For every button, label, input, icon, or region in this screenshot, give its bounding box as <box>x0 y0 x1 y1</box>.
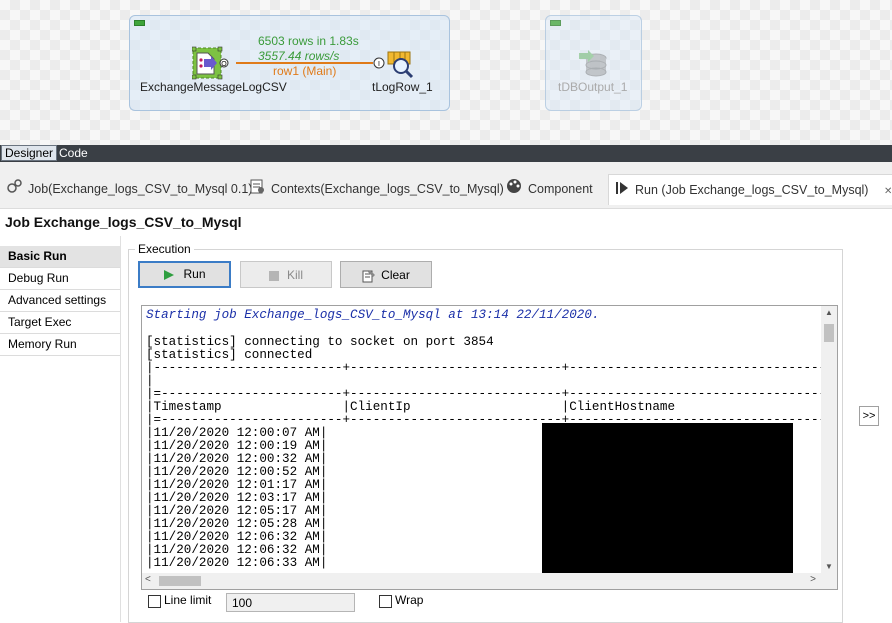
exchange-log-csv-icon[interactable]: O <box>191 45 230 81</box>
subjob-collapse-toggle[interactable] <box>134 20 145 26</box>
job-settings-icon <box>6 177 22 203</box>
execution-legend: Execution <box>135 242 194 256</box>
nav-debug-run[interactable]: Debug Run <box>0 268 120 290</box>
tab-contexts-label: Contexts(Exchange_logs_CSV_to_Mysql) <box>271 182 504 196</box>
log-component-label: tLogRow_1 <box>372 80 433 94</box>
tab-component-label: Component <box>528 182 593 196</box>
kill-button[interactable]: Kill <box>240 261 332 288</box>
log-row-icon[interactable]: I <box>372 50 416 80</box>
line-limit-label: Line limit <box>164 593 212 607</box>
subjob-collapse-toggle[interactable] <box>550 20 561 26</box>
scroll-thumb-horizontal[interactable] <box>159 576 201 586</box>
stop-icon <box>268 270 279 281</box>
run-mode-nav: Basic Run Debug Run Advanced settings Ta… <box>0 246 120 356</box>
line-limit-field[interactable]: 100 <box>226 593 355 612</box>
nav-target-exec[interactable]: Target Exec <box>0 312 120 334</box>
wrap-label: Wrap <box>395 593 424 607</box>
run-tab-icon <box>615 176 629 206</box>
scroll-left-arrow-icon[interactable]: < <box>145 574 151 585</box>
job-designer-canvas[interactable]: O ExchangeMessageLogCSV 6503 rows in 1.8… <box>0 0 892 145</box>
console-row: |11/20/2020 12:06:33 AM| <box>146 556 328 570</box>
expand-panel-button[interactable]: >> <box>859 406 879 426</box>
tab-run-label: Run (Job Exchange_logs_CSV_to_Mysql) <box>635 183 869 197</box>
console-vertical-scrollbar[interactable]: ▲ ▼ <box>821 306 837 573</box>
tab-job-label: Job(Exchange_logs_CSV_to_Mysql 0.1) <box>28 182 253 196</box>
tab-code[interactable]: Code <box>56 145 91 161</box>
contexts-icon <box>249 177 265 203</box>
rows-rate-stat: 3557.44 rows/s <box>258 49 340 63</box>
source-component-label: ExchangeMessageLogCSV <box>140 80 287 94</box>
console-start-line: Starting job Exchange_logs_CSV_to_Mysql … <box>146 308 600 322</box>
page-title: Job Exchange_logs_CSV_to_Mysql <box>5 214 242 230</box>
kill-button-label: Kill <box>286 268 303 282</box>
palette-icon <box>506 177 522 203</box>
view-tabbar: Job(Exchange_logs_CSV_to_Mysql 0.1) Cont… <box>0 162 892 209</box>
scroll-right-arrow-icon[interactable]: > <box>810 574 816 585</box>
close-icon[interactable]: ✕ <box>884 186 892 197</box>
svg-text:I: I <box>378 61 380 68</box>
nav-basic-run[interactable]: Basic Run <box>0 246 120 268</box>
run-button-label: Run <box>183 267 206 281</box>
db-component-label: tDBOutput_1 <box>558 80 628 94</box>
nav-memory-run[interactable]: Memory Run <box>0 334 120 356</box>
console-horizontal-scrollbar[interactable]: < > <box>142 573 837 589</box>
clear-icon <box>362 269 376 283</box>
scroll-down-arrow-icon[interactable]: ▼ <box>821 562 837 571</box>
console-output[interactable]: Starting job Exchange_logs_CSV_to_Mysql … <box>141 305 838 590</box>
wrap-checkbox[interactable] <box>379 595 392 608</box>
rows-count-stat: 6503 rows in 1.83s <box>258 34 359 48</box>
connection-label[interactable]: row1 (Main) <box>273 64 336 78</box>
run-button[interactable]: Run <box>138 261 231 288</box>
tab-contexts[interactable]: Contexts(Exchange_logs_CSV_to_Mysql) <box>249 176 504 202</box>
clear-button-label: Clear <box>381 268 410 282</box>
scroll-thumb[interactable] <box>824 324 834 342</box>
tab-job[interactable]: Job(Exchange_logs_CSV_to_Mysql 0.1) <box>6 176 252 202</box>
svg-text:O: O <box>221 61 227 68</box>
console-text-area[interactable]: Starting job Exchange_logs_CSV_to_Mysql … <box>142 306 821 573</box>
clear-button[interactable]: Clear <box>340 261 432 288</box>
console-table-line: |-------------------------+-------------… <box>146 361 821 375</box>
tab-run[interactable]: Run (Job Exchange_logs_CSV_to_Mysql) ✕ <box>608 174 892 205</box>
tab-designer[interactable]: Designer <box>1 145 58 161</box>
db-output-icon[interactable] <box>578 48 610 80</box>
nav-advanced-settings[interactable]: Advanced settings <box>0 290 120 312</box>
redacted-block <box>542 423 793 573</box>
tab-component[interactable]: Component <box>506 176 593 202</box>
nav-divider <box>120 236 121 622</box>
play-icon <box>164 269 175 280</box>
scroll-up-arrow-icon[interactable]: ▲ <box>821 308 837 317</box>
line-limit-checkbox[interactable] <box>148 595 161 608</box>
designer-code-tabbar: Designer Code <box>0 145 892 162</box>
